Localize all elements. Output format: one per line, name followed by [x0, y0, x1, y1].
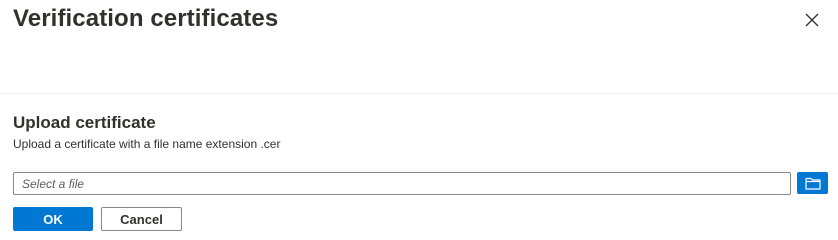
upload-heading: Upload certificate — [13, 113, 156, 132]
upload-section: Upload certificate Upload a certificate … — [0, 94, 838, 240]
panel-header: Verification certificates — [0, 0, 838, 94]
close-icon — [805, 13, 819, 27]
folder-icon — [804, 177, 821, 190]
browse-file-button[interactable] — [797, 172, 828, 194]
verification-certificates-panel: Verification certificates Upload certifi… — [0, 0, 838, 240]
close-button[interactable] — [797, 6, 827, 34]
cancel-button[interactable]: Cancel — [101, 207, 182, 231]
upload-description: Upload a certificate with a file name ex… — [13, 137, 281, 151]
file-input[interactable] — [13, 172, 791, 195]
ok-button[interactable]: OK — [13, 207, 93, 231]
panel-title: Verification certificates — [13, 5, 279, 32]
